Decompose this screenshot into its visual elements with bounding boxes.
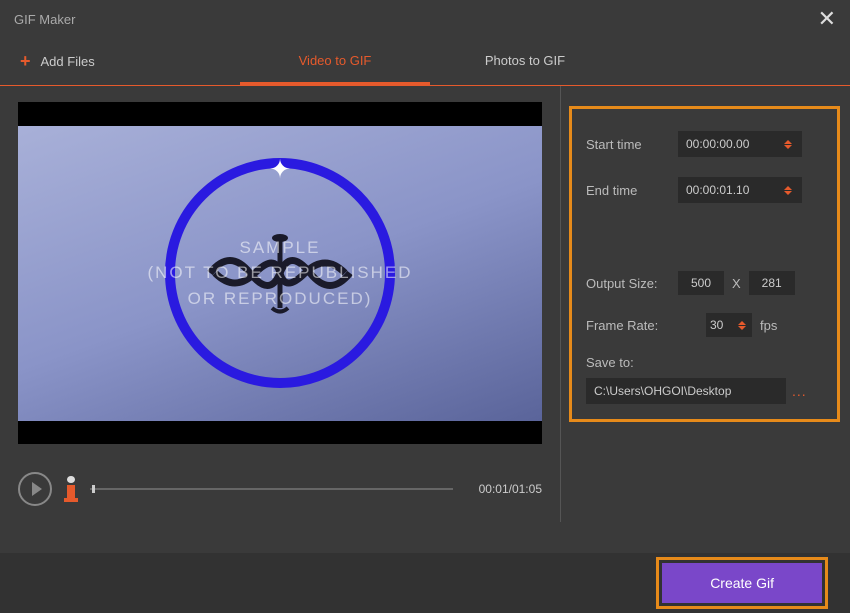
start-time-value: 00:00:00.00: [686, 137, 749, 151]
spinner-up-icon[interactable]: [738, 321, 746, 325]
spinner-up-icon[interactable]: [784, 140, 792, 144]
sparkle-icon: ✦: [269, 154, 291, 185]
create-button-highlight: Create Gif: [656, 557, 828, 609]
main: ✦ SAMPLE (NOT TO BE REPUBLISHED OR REPRO…: [0, 86, 850, 522]
watermark-line: OR REPRODUCED): [147, 286, 412, 312]
playback-controls: 00:01/01:05: [18, 472, 542, 506]
output-size-row: Output Size: 500 X 281: [586, 271, 823, 295]
end-spinner: [784, 186, 794, 195]
watermark-text: SAMPLE (NOT TO BE REPUBLISHED OR REPRODU…: [147, 235, 412, 312]
timecode: 00:01/01:05: [479, 482, 542, 496]
close-icon[interactable]: ✕: [818, 8, 836, 30]
save-path-row: C:\Users\OHGOI\Desktop ...: [586, 378, 823, 404]
end-time-value: 00:00:01.10: [686, 183, 749, 197]
save-path-input[interactable]: C:\Users\OHGOI\Desktop: [586, 378, 786, 404]
fps-spinner: [738, 321, 748, 330]
tab-video-to-gif[interactable]: Video to GIF: [240, 39, 430, 85]
x-separator: X: [732, 276, 741, 291]
footer: Create Gif: [0, 553, 850, 613]
timeline-knob[interactable]: [92, 485, 95, 493]
timeline-slider[interactable]: [90, 488, 453, 490]
start-time-row: Start time 00:00:00.00: [586, 131, 823, 157]
save-to-label: Save to:: [586, 355, 823, 370]
output-section: Output Size: 500 X 281 Frame Rate: 30 fp…: [586, 271, 823, 404]
start-spinner: [784, 140, 794, 149]
toolbar: + Add Files Video to GIF Photos to GIF: [0, 38, 850, 86]
video-preview[interactable]: ✦ SAMPLE (NOT TO BE REPUBLISHED OR REPRO…: [18, 102, 542, 444]
end-time-input[interactable]: 00:00:01.10: [678, 177, 802, 203]
create-gif-button[interactable]: Create Gif: [662, 563, 822, 603]
preview-panel: ✦ SAMPLE (NOT TO BE REPUBLISHED OR REPRO…: [0, 86, 560, 522]
height-input[interactable]: 281: [749, 271, 795, 295]
width-input[interactable]: 500: [678, 271, 724, 295]
settings-box: Start time 00:00:00.00 End time 00:00:01…: [569, 106, 840, 422]
spinner-up-icon[interactable]: [784, 186, 792, 190]
plus-icon: +: [20, 51, 31, 72]
titlebar: GIF Maker ✕: [0, 0, 850, 38]
add-files-label: Add Files: [41, 54, 95, 69]
spinner-down-icon[interactable]: [784, 191, 792, 195]
video-frame: ✦ SAMPLE (NOT TO BE REPUBLISHED OR REPRO…: [18, 126, 542, 421]
frame-rate-label: Frame Rate:: [586, 318, 706, 333]
play-button[interactable]: [18, 472, 52, 506]
fps-input[interactable]: 30: [706, 313, 752, 337]
end-time-row: End time 00:00:01.10: [586, 177, 823, 203]
settings-panel: Start time 00:00:00.00 End time 00:00:01…: [560, 86, 850, 522]
end-time-label: End time: [586, 183, 678, 198]
tab-photos-to-gif[interactable]: Photos to GIF: [430, 39, 620, 85]
start-time-label: Start time: [586, 137, 678, 152]
fps-unit: fps: [760, 318, 777, 333]
output-size-label: Output Size:: [586, 276, 678, 291]
trim-marker-icon[interactable]: [64, 476, 78, 502]
window-title: GIF Maker: [14, 12, 75, 27]
frame-rate-row: Frame Rate: 30 fps: [586, 313, 823, 337]
watermark-line: SAMPLE: [147, 235, 412, 261]
tabs: Video to GIF Photos to GIF: [240, 39, 620, 85]
start-time-input[interactable]: 00:00:00.00: [678, 131, 802, 157]
browse-button[interactable]: ...: [792, 383, 807, 399]
spinner-down-icon[interactable]: [784, 145, 792, 149]
add-files-button[interactable]: + Add Files: [20, 51, 240, 72]
play-icon: [32, 482, 42, 496]
spinner-down-icon[interactable]: [738, 326, 746, 330]
watermark-line: (NOT TO BE REPUBLISHED: [147, 260, 412, 286]
fps-value: 30: [710, 318, 723, 332]
